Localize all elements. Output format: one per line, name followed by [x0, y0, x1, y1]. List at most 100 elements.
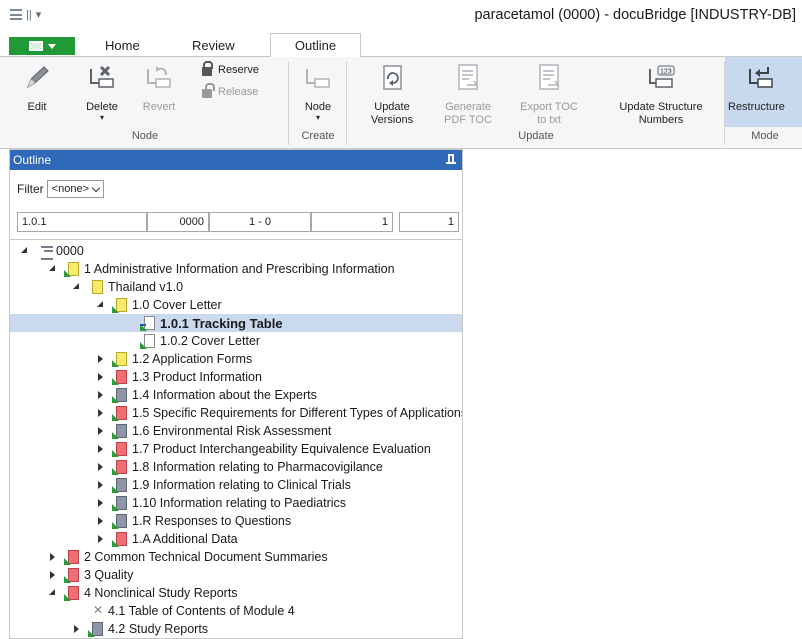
- expand-arrow-icon[interactable]: [96, 354, 106, 364]
- status-flag-icon: [64, 558, 71, 565]
- tree-node-label: Thailand v1.0: [108, 280, 184, 294]
- reserve-label: Reserve: [218, 63, 259, 76]
- ribbon-separator: [288, 61, 289, 145]
- collapse-arrow-icon[interactable]: [48, 264, 58, 274]
- status-flag-icon: [112, 396, 119, 403]
- expand-arrow-icon[interactable]: [96, 408, 106, 418]
- expand-arrow-icon[interactable]: [72, 624, 82, 634]
- document-node-icon: [112, 369, 128, 385]
- tree-node[interactable]: 0000: [20, 242, 84, 260]
- tree-node[interactable]: 1.A Additional Data: [96, 530, 238, 548]
- tree-node-label: 3 Quality: [84, 568, 134, 582]
- expand-arrow-icon[interactable]: [96, 444, 106, 454]
- quick-access-separator-icon: ||: [26, 8, 32, 21]
- expand-arrow-icon[interactable]: [96, 534, 106, 544]
- create-node-button[interactable]: Node ▾: [296, 63, 340, 122]
- svg-text:123: 123: [660, 69, 672, 76]
- update-versions-button[interactable]: Update Versions: [356, 63, 428, 127]
- edit-label: Edit: [27, 101, 47, 113]
- expand-arrow-icon[interactable]: [96, 390, 106, 400]
- tree-node[interactable]: 1.5 Specific Requirements for Different …: [96, 404, 462, 422]
- tree-node[interactable]: 4.1 Table of Contents of Module 4: [72, 602, 295, 620]
- document-node-icon: [64, 585, 80, 601]
- title-bar: || ▾ paracetamol (0000) - docuBridge [IN…: [0, 0, 802, 33]
- tree-node[interactable]: 1.8 Information relating to Pharmacovigi…: [96, 458, 383, 476]
- revert-button[interactable]: Revert: [135, 63, 183, 114]
- expand-arrow-icon[interactable]: [96, 426, 106, 436]
- version-range-field[interactable]: 1 - 0: [209, 212, 311, 232]
- node-group-label: Node: [131, 130, 159, 142]
- expand-arrow-icon[interactable]: [96, 372, 106, 382]
- expand-arrow-icon[interactable]: [48, 570, 58, 580]
- delete-button[interactable]: Delete ▾: [80, 63, 124, 122]
- tree-node[interactable]: 4 Nonclinical Study Reports: [48, 584, 238, 602]
- expand-arrow-icon[interactable]: [48, 552, 58, 562]
- export-toc-button[interactable]: Export TOC to txt: [516, 63, 582, 127]
- filter-value: <none>: [51, 183, 89, 195]
- count-field-2[interactable]: 1: [399, 212, 459, 232]
- document-node-icon: [112, 297, 128, 313]
- tab-outline[interactable]: Outline: [270, 33, 361, 58]
- document-node-icon: [112, 387, 128, 403]
- collapse-arrow-icon[interactable]: [20, 246, 30, 256]
- create-group-label: Create: [301, 130, 335, 142]
- tree-node[interactable]: 1.3 Product Information: [96, 368, 262, 386]
- tree-node-label: 1.R Responses to Questions: [132, 514, 292, 528]
- collapse-arrow-icon[interactable]: [72, 282, 82, 292]
- tree-node[interactable]: 1.7 Product Interchangeability Equivalen…: [96, 440, 431, 458]
- tree-node[interactable]: Thailand v1.0: [72, 278, 183, 296]
- tree-node[interactable]: 2 Common Technical Document Summaries: [48, 548, 328, 566]
- tree-node[interactable]: 1.0.1 Tracking Table: [10, 314, 462, 332]
- expand-arrow-icon[interactable]: [96, 516, 106, 526]
- filter-select[interactable]: <none>: [46, 180, 104, 198]
- tree-node[interactable]: 1.6 Environmental Risk Assessment: [96, 422, 331, 440]
- tree-node[interactable]: 1.2 Application Forms: [96, 350, 252, 368]
- tree-node[interactable]: 1 Administrative Information and Prescri…: [48, 260, 395, 278]
- update-structure-numbers-button[interactable]: 123 Update Structure Numbers: [602, 63, 720, 127]
- filter-label: Filter: [17, 182, 44, 196]
- reserve-button[interactable]: Reserve: [202, 61, 259, 76]
- tree-node[interactable]: 1.4 Information about the Experts: [96, 386, 317, 404]
- collapse-arrow-icon[interactable]: [96, 300, 106, 310]
- node-number-field[interactable]: 1.0.1: [17, 212, 147, 232]
- expand-arrow-icon[interactable]: [96, 480, 106, 490]
- ribbon-tabs: Home Review Outline: [0, 33, 802, 58]
- document-node-icon: [64, 549, 80, 565]
- edit-button[interactable]: Edit: [14, 63, 60, 114]
- tree-node[interactable]: 1.9 Information relating to Clinical Tri…: [96, 476, 351, 494]
- filter-row: Filter <none>: [17, 180, 104, 198]
- pin-icon[interactable]: [446, 154, 456, 164]
- quick-access-icon[interactable]: [10, 9, 22, 20]
- tree-node[interactable]: 1.0 Cover Letter: [96, 296, 222, 314]
- quick-access-dropdown-icon[interactable]: ▾: [36, 8, 42, 21]
- generate-pdf-toc-button[interactable]: Generate PDF TOC: [440, 63, 496, 127]
- tree-node[interactable]: 1.R Responses to Questions: [96, 512, 291, 530]
- tree-node[interactable]: 4.2 Study Reports: [72, 620, 208, 638]
- pencil-icon: [27, 66, 49, 89]
- lock-icon: [202, 61, 213, 76]
- tree-node[interactable]: 1.10 Information relating to Paediatrics: [96, 494, 346, 512]
- expand-arrow-icon[interactable]: [96, 462, 106, 472]
- chevron-down-icon: [91, 183, 101, 192]
- quick-access-toolbar[interactable]: || ▾: [10, 8, 41, 21]
- delete-node-icon: [90, 65, 114, 88]
- restructure-button[interactable]: Restructure: [725, 57, 802, 127]
- file-menu-button[interactable]: [9, 37, 75, 55]
- expand-arrow-icon[interactable]: [96, 498, 106, 508]
- dossier-id-field[interactable]: 0000: [147, 212, 209, 232]
- tree-node[interactable]: 1.0.2 Cover Letter: [124, 332, 260, 350]
- document-node-icon: [64, 261, 80, 277]
- tab-home[interactable]: Home: [105, 38, 140, 53]
- collapse-arrow-icon[interactable]: [48, 588, 58, 598]
- tree-node-label: 1.2 Application Forms: [132, 352, 253, 366]
- tree-node[interactable]: 3 Quality: [48, 566, 133, 584]
- tree-node-label: 1.0 Cover Letter: [132, 298, 222, 312]
- tree-node-label: 1 Administrative Information and Prescri…: [84, 262, 395, 276]
- release-button[interactable]: Release: [202, 83, 258, 98]
- document-node-icon: [88, 621, 104, 637]
- update-versions-label: Update Versions: [370, 101, 414, 126]
- outline-panel: Outline Filter <none> 1.0.1 0000 1 - 0 1…: [9, 149, 463, 639]
- tab-review[interactable]: Review: [192, 38, 235, 53]
- count-field-1[interactable]: 1: [311, 212, 393, 232]
